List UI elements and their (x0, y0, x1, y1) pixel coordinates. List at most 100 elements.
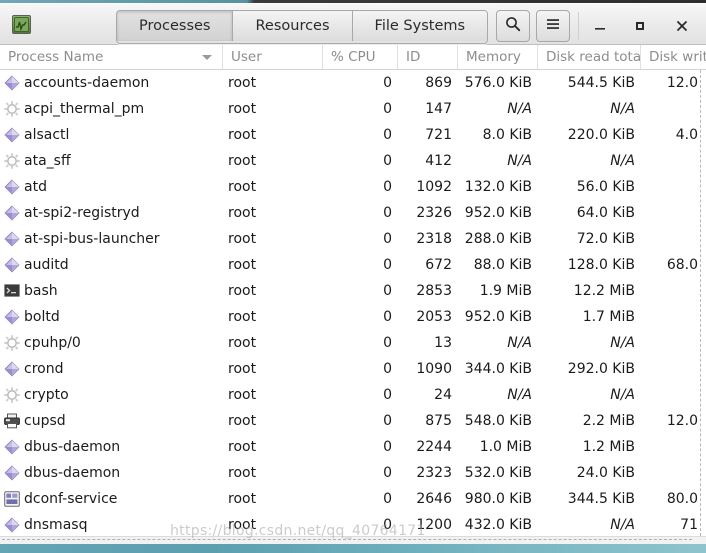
process-id-cell: 24 (434, 387, 452, 403)
close-button[interactable] (670, 14, 694, 38)
process-name-cell: dconf-service (0, 486, 218, 512)
process-row[interactable]: cupsd root 0 875 548.0 KiB 2.2 MiB 12.0 (0, 408, 706, 434)
process-row[interactable]: acpi_thermal_pm root 0 147 N/A N/A (0, 96, 706, 122)
column-header-id[interactable]: ID (397, 45, 457, 69)
close-icon (677, 21, 687, 31)
process-row[interactable]: crond root 0 1090 344.0 KiB 292.0 KiB (0, 356, 706, 382)
process-cpu-cell: 0 (383, 335, 392, 351)
process-row[interactable]: at-spi-bus-launcher root 0 2318 288.0 KiB 72.… (0, 226, 706, 252)
process-row[interactable]: boltd root 0 2053 952.0 KiB 1.7 MiB (0, 304, 706, 330)
tab-resources[interactable]: Resources (233, 11, 353, 41)
process-disk-write-cell (635, 356, 698, 382)
process-row[interactable]: dbus-daemon root 0 2244 1.0 MiB 1.2 MiB (0, 434, 706, 460)
process-row[interactable]: dconf-service root 0 2646 980.0 KiB 344.5 KiB… (0, 486, 706, 512)
process-name-cell: alsactl (0, 122, 218, 148)
process-cpu-cell: 0 (383, 491, 392, 507)
column-header-memory[interactable]: Memory (457, 45, 537, 69)
process-name-label: crond (24, 361, 64, 377)
process-memory-cell: 8.0 KiB (482, 127, 532, 143)
process-disk-write-cell (635, 330, 698, 356)
process-disk-write-cell: 4.0 (675, 127, 698, 143)
tab-processes[interactable]: Processes (117, 11, 234, 41)
vertical-scrollbar-thumb[interactable] (700, 70, 705, 536)
search-icon (505, 16, 521, 36)
process-cpu-cell: 0 (383, 439, 392, 455)
process-disk-read-cell: 56.0 KiB (576, 179, 635, 195)
process-id-cell: 869 (425, 75, 452, 91)
process-cpu-cell: 0 (383, 309, 392, 325)
process-name-label: accounts-daemon (24, 75, 150, 91)
process-cpu-cell: 0 (383, 413, 392, 429)
process-name-label: at-spi2-registryd (24, 205, 140, 221)
process-disk-read-cell: 2.2 MiB (582, 413, 635, 429)
process-row[interactable]: atd root 0 1092 132.0 KiB 56.0 KiB (0, 174, 706, 200)
column-header-user[interactable]: User (222, 45, 322, 69)
process-user-cell: root (228, 413, 257, 429)
process-user-cell: root (228, 205, 257, 221)
minimize-button[interactable] (588, 14, 612, 38)
process-user-cell: root (228, 257, 257, 273)
diamond-icon (4, 75, 20, 91)
process-id-cell: 2053 (416, 309, 452, 325)
process-row[interactable]: at-spi2-registryd root 0 2326 952.0 KiB 64.0 … (0, 200, 706, 226)
process-disk-read-cell: 1.2 MiB (582, 439, 635, 455)
horizontal-scrollbar-thumb[interactable] (2, 539, 692, 543)
process-disk-read-cell: 64.0 KiB (576, 205, 635, 221)
process-name-cell: crypto (0, 382, 218, 408)
column-header-cpu[interactable]: % CPU (322, 45, 397, 69)
process-memory-cell: 344.0 KiB (464, 361, 532, 377)
column-header-disk-write[interactable]: Disk writ (640, 45, 706, 69)
process-row[interactable]: bash root 0 2853 1.9 MiB 12.2 MiB (0, 278, 706, 304)
view-tabs[interactable]: Processes Resources File Systems (116, 10, 489, 44)
process-name-cell: dnsmasq (0, 512, 218, 537)
process-disk-read-cell: 1.7 MiB (582, 309, 635, 325)
process-id-cell: 1092 (416, 179, 452, 195)
horizontal-scrollbar[interactable] (0, 536, 706, 544)
process-id-cell: 2646 (416, 491, 452, 507)
vertical-scrollbar[interactable] (698, 70, 706, 537)
process-cpu-cell: 0 (383, 257, 392, 273)
process-row[interactable]: ata_sff root 0 412 N/A N/A (0, 148, 706, 174)
gear-icon (4, 335, 20, 351)
menu-button[interactable] (536, 10, 570, 42)
process-memory-cell: N/A (507, 153, 532, 169)
process-row[interactable]: dnsmasq root 0 1200 432.0 KiB N/A 71 (0, 512, 706, 537)
process-disk-read-cell: N/A (610, 387, 635, 403)
process-disk-write-cell: 68.0 (666, 257, 698, 273)
process-row[interactable]: auditd root 0 672 88.0 KiB 128.0 KiB 68.0 (0, 252, 706, 278)
process-user-cell: root (228, 75, 257, 91)
process-name-label: atd (24, 179, 47, 195)
maximize-button[interactable] (628, 14, 652, 38)
process-memory-cell: 548.0 KiB (464, 413, 532, 429)
search-button[interactable] (496, 10, 530, 42)
process-id-cell: 721 (425, 127, 452, 143)
process-id-cell: 412 (425, 153, 452, 169)
gear-icon (4, 153, 20, 169)
process-memory-cell: 980.0 KiB (464, 491, 532, 507)
diamond-icon (4, 179, 20, 195)
process-name-label: alsactl (24, 127, 70, 143)
tab-file-systems[interactable]: File Systems (352, 11, 488, 41)
process-name-label: dbus-daemon (24, 465, 121, 481)
process-list[interactable]: accounts-daemon root 0 869 576.0 KiB 544.5 Ki… (0, 70, 706, 537)
process-cpu-cell: 0 (383, 179, 392, 195)
process-row[interactable]: crypto root 0 24 N/A N/A (0, 382, 706, 408)
process-id-cell: 1090 (416, 361, 452, 377)
process-row[interactable]: accounts-daemon root 0 869 576.0 KiB 544.5 Ki… (0, 70, 706, 96)
process-name-cell: at-spi-bus-launcher (0, 226, 218, 252)
column-header-disk-read-total[interactable]: Disk read tota (537, 45, 640, 69)
settings-icon (4, 491, 20, 507)
process-row[interactable]: alsactl root 0 721 8.0 KiB 220.0 KiB 4.0 (0, 122, 706, 148)
diamond-icon (4, 517, 20, 533)
process-cpu-cell: 0 (383, 127, 392, 143)
process-row[interactable]: cpuhp/0 root 0 13 N/A N/A (0, 330, 706, 356)
process-cpu-cell: 0 (383, 465, 392, 481)
process-memory-cell: N/A (507, 387, 532, 403)
process-id-cell: 2853 (416, 283, 452, 299)
column-header-process-name[interactable]: Process Name (0, 45, 222, 69)
process-user-cell: root (228, 231, 257, 247)
process-user-cell: root (228, 361, 257, 377)
diamond-icon (4, 361, 20, 377)
process-cpu-cell: 0 (383, 387, 392, 403)
process-row[interactable]: dbus-daemon root 0 2323 532.0 KiB 24.0 KiB (0, 460, 706, 486)
